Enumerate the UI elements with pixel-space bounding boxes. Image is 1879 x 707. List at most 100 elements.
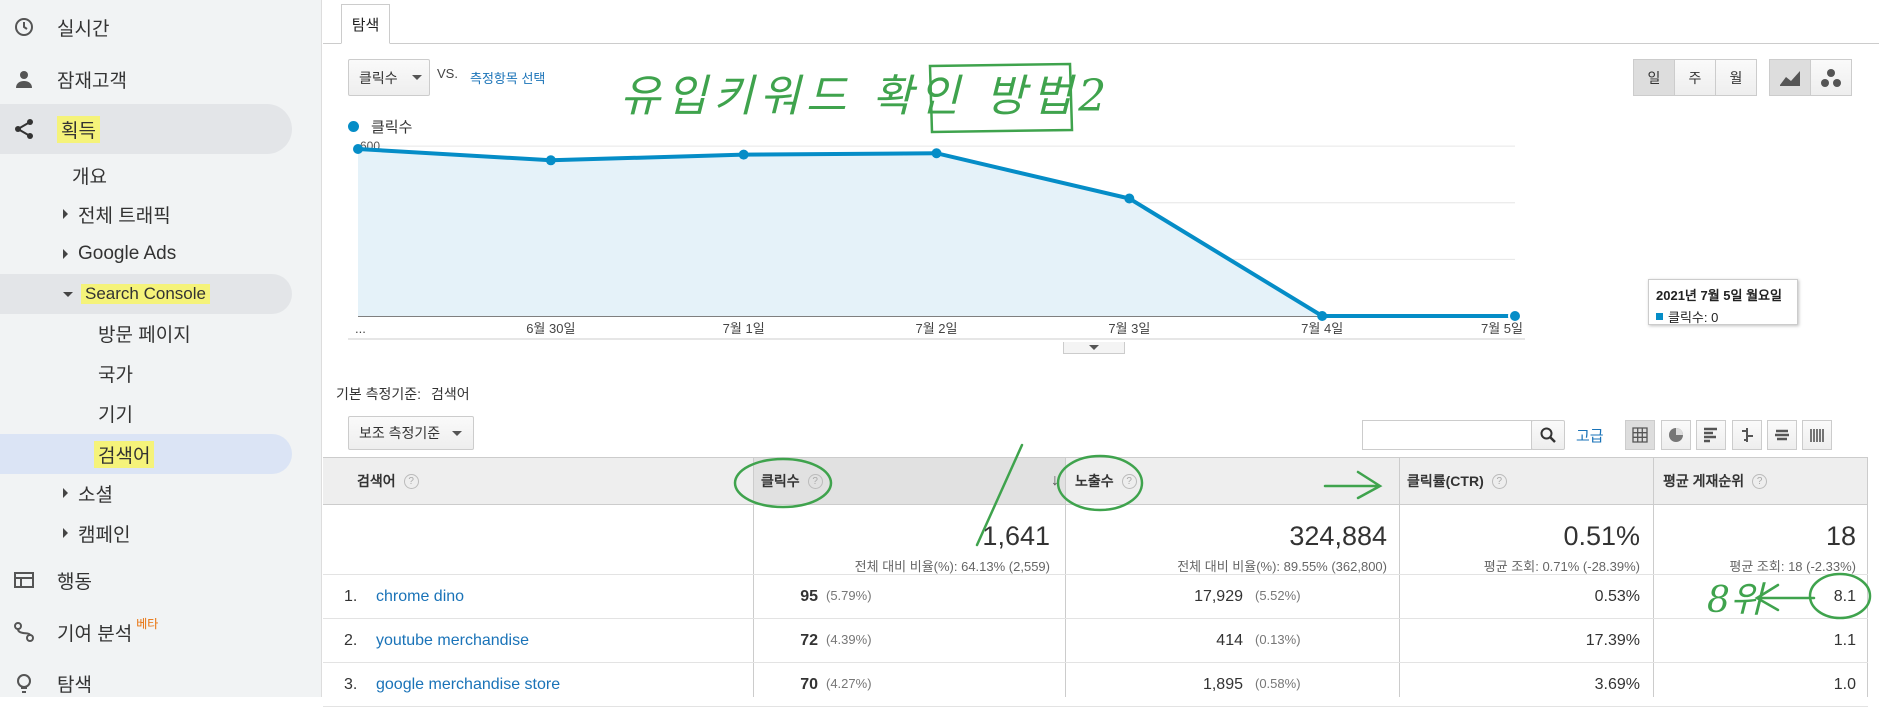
comparison-view-button[interactable] — [1732, 420, 1762, 450]
table-view-button[interactable] — [1625, 420, 1655, 450]
period-month-button[interactable]: 월 — [1715, 59, 1757, 96]
row-number: 3. — [344, 676, 358, 693]
advanced-link[interactable]: 고급 — [1576, 425, 1604, 446]
comparison-icon — [1742, 428, 1753, 442]
handwritten-annotation: 유입키워드 확인 방법2 — [620, 60, 1112, 124]
period-week-button[interactable]: 주 — [1674, 59, 1716, 96]
help-icon[interactable]: ? — [1491, 473, 1507, 489]
sidebar: 실시간 잠재고객 획득 개요 전체 트래픽 Google Ads Search … — [0, 0, 322, 697]
sidebar-item-acquisition[interactable]: 획득 — [0, 110, 292, 148]
col-header-ctr[interactable]: 클릭률(CTR)? — [1399, 457, 1653, 505]
sidebar-item-social[interactable]: 소셜 — [63, 478, 113, 508]
total-value: 324,884 — [1289, 521, 1387, 551]
sidebar-item-label: Google Ads — [78, 243, 177, 264]
sidebar-item-landing-pages[interactable]: 방문 페이지 — [98, 318, 191, 348]
term-cloud-view-button[interactable] — [1767, 420, 1797, 450]
sidebar-item-label: 획득 — [57, 115, 100, 143]
bar-list-icon — [1704, 427, 1717, 443]
tab-underline — [323, 43, 1879, 44]
impressions-percent: (0.58%) — [1255, 676, 1301, 691]
tab-explorer[interactable]: 탐색 — [341, 4, 390, 44]
help-icon[interactable]: ? — [1121, 473, 1137, 489]
help-icon[interactable]: ? — [403, 473, 419, 489]
table-row[interactable]: 3. google merchandise store 70 (4.27%) 1… — [323, 663, 1868, 707]
sort-arrow-down-icon: ↓ — [1051, 472, 1059, 489]
line-chart[interactable]: 200400600...6월 30일7월 1일7월 2일7월 3일7월 4일7월… — [323, 140, 1879, 360]
row-number: 1. — [344, 588, 358, 605]
total-value: 1,641 — [982, 521, 1050, 551]
table-row[interactable]: 1. chrome dino 95 (5.79%) 17,929 (5.52%)… — [323, 575, 1868, 619]
sidebar-item-realtime[interactable]: 실시간 — [0, 12, 322, 42]
total-value: 0.51% — [1563, 521, 1640, 551]
query-link[interactable]: chrome dino — [376, 588, 464, 606]
attribution-icon — [10, 618, 38, 646]
col-header-query[interactable]: 검색어? — [323, 457, 753, 505]
sidebar-item-search-console[interactable]: Search Console — [63, 279, 210, 309]
secondary-dimension-label: 보조 측정기준 — [359, 425, 441, 441]
table-search-input[interactable] — [1362, 420, 1532, 450]
sidebar-item-overview[interactable]: 개요 — [72, 160, 107, 190]
tooltip-swatch — [1656, 313, 1663, 320]
primary-dimension-label: 기본 측정기준: — [336, 386, 422, 402]
sidebar-item-label: 탐색 — [57, 674, 92, 696]
period-day-button[interactable]: 일 — [1633, 59, 1675, 96]
expand-arrow-icon — [63, 528, 68, 538]
help-icon[interactable]: ? — [1752, 473, 1768, 489]
col-header-avg-position[interactable]: 평균 게재순위? — [1653, 457, 1868, 505]
sidebar-item-behavior[interactable]: 행동 — [0, 563, 322, 597]
sidebar-item-countries[interactable]: 국가 — [98, 358, 133, 388]
data-point — [545, 155, 556, 166]
sidebar-item-discover[interactable]: 탐색 — [0, 666, 322, 700]
sidebar-item-label: 전체 트래픽 — [78, 205, 171, 227]
query-link[interactable]: youtube merchandise — [376, 632, 529, 650]
sidebar-item-label: 방문 페이지 — [98, 324, 191, 346]
person-icon — [10, 65, 38, 93]
search-button[interactable] — [1531, 420, 1565, 450]
chart-resize-handle[interactable] — [1063, 342, 1125, 354]
secondary-dimension-dropdown[interactable]: 보조 측정기준 — [348, 416, 474, 450]
legend-label: 클릭수 — [371, 119, 413, 136]
motion-chart-button[interactable] — [1810, 59, 1852, 96]
header-label: 노출수 — [1075, 473, 1114, 489]
area-fill — [358, 148, 1515, 316]
sidebar-item-devices[interactable]: 기기 — [98, 398, 133, 428]
impressions-value: 1,895 — [1202, 676, 1243, 693]
performance-view-button[interactable] — [1696, 420, 1726, 450]
total-sub: 전체 대비 비율(%): 89.55% (362,800) — [1177, 559, 1387, 574]
sidebar-item-label: 캠페인 — [78, 524, 131, 546]
sidebar-item-google-ads[interactable]: Google Ads — [63, 239, 176, 269]
help-icon[interactable]: ? — [807, 473, 823, 489]
avg-position-value: 1.0 — [1833, 676, 1856, 693]
bubble-chart-icon — [1821, 68, 1841, 87]
expand-arrow-icon — [63, 209, 68, 219]
col-header-clicks[interactable]: 클릭수? ↓ — [753, 457, 1065, 505]
sidebar-item-campaigns[interactable]: 캠페인 — [63, 518, 130, 548]
pivot-view-button[interactable] — [1802, 420, 1832, 450]
term-cloud-icon — [1775, 429, 1789, 441]
sidebar-item-attribution[interactable]: 기여 분석 베타 — [0, 615, 322, 649]
select-metric-link[interactable]: 측정항목 선택 — [470, 68, 545, 87]
impressions-percent: (0.13%) — [1255, 632, 1301, 647]
line-chart-button[interactable] — [1769, 59, 1811, 96]
sidebar-item-audience[interactable]: 잠재고객 — [0, 62, 322, 96]
clicks-value: 95 — [800, 588, 818, 605]
data-point — [1317, 311, 1328, 321]
impressions-value: 17,929 — [1194, 588, 1243, 605]
sidebar-item-label: 실시간 — [57, 18, 110, 40]
total-impressions: 324,884 전체 대비 비율(%): 89.55% (362,800) — [1065, 505, 1387, 575]
avg-position-value: 1.1 — [1833, 632, 1856, 649]
sidebar-item-all-traffic[interactable]: 전체 트래픽 — [63, 199, 171, 229]
table-row[interactable]: 2. youtube merchandise 72 (4.39%) 414 (0… — [323, 619, 1868, 663]
total-sub: 평균 조회: 0.71% (-28.39%) — [1483, 559, 1640, 574]
percentage-view-button[interactable] — [1661, 420, 1691, 450]
col-header-impressions[interactable]: 노출수? — [1065, 457, 1399, 505]
metric-dropdown[interactable]: 클릭수 — [348, 59, 430, 96]
expand-arrow-icon — [63, 249, 68, 259]
ctr-value: 17.39% — [1585, 632, 1640, 649]
x-tick-label: ... — [355, 321, 366, 336]
query-link[interactable]: google merchandise store — [376, 676, 560, 694]
sidebar-item-queries[interactable]: 검색어 — [94, 439, 155, 469]
x-tick-label: 7월 5일 — [1481, 321, 1523, 336]
sidebar-item-label: 행동 — [57, 571, 92, 593]
sidebar-item-label: 국가 — [98, 364, 133, 386]
